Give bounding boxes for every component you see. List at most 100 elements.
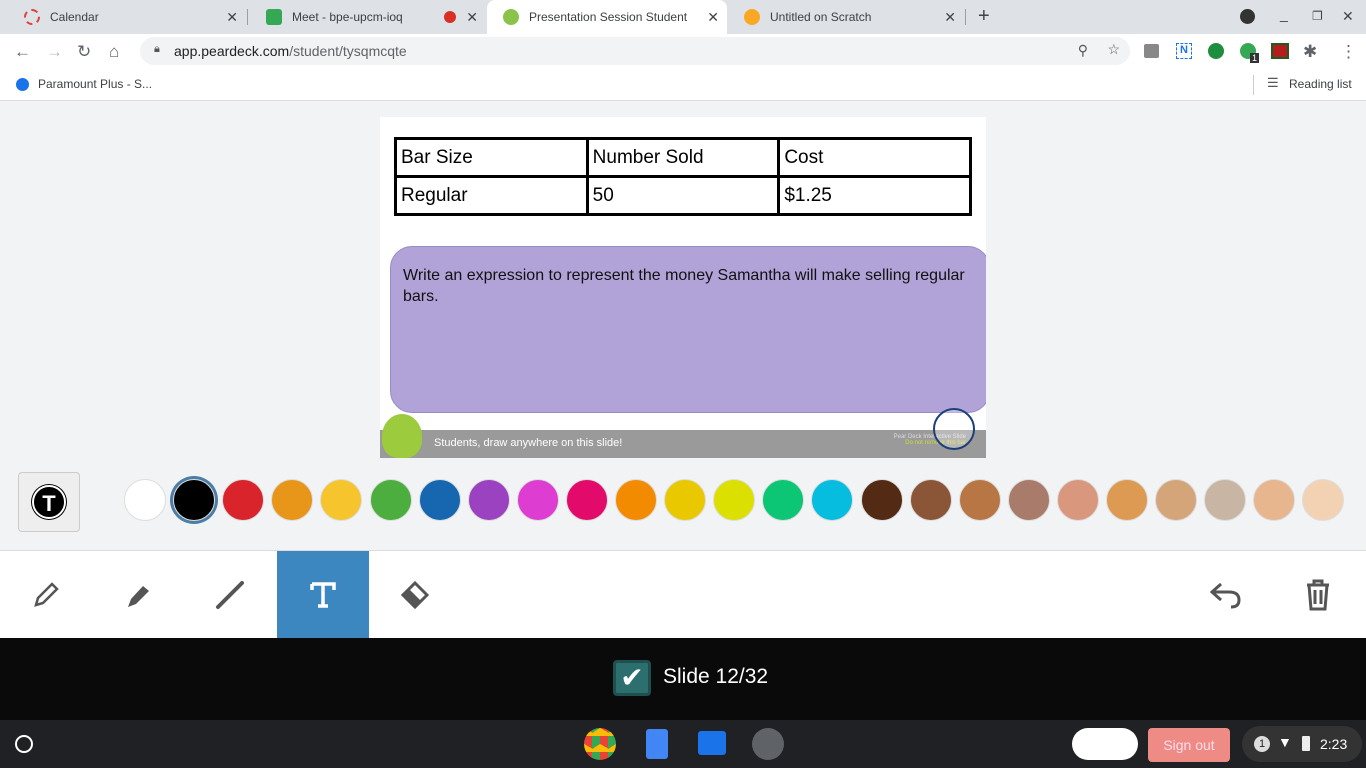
files-icon[interactable] (698, 731, 726, 755)
table-row: Regular 50 $1.25 (394, 175, 972, 216)
trash-icon (1307, 579, 1329, 611)
close-icon[interactable]: ✕ (226, 9, 238, 26)
reading-list-button[interactable]: Reading list (1289, 77, 1352, 91)
color-swatch[interactable] (615, 479, 657, 521)
footer-text: Students, draw anywhere on this slide! (434, 437, 623, 449)
color-swatch[interactable] (860, 479, 903, 521)
marker-tool[interactable] (92, 551, 184, 639)
pear-mascot-icon (382, 414, 422, 458)
color-swatch[interactable] (1106, 479, 1148, 521)
slide[interactable]: Bar Size Number Sold Cost Regular 50 $1.25 W… (380, 117, 986, 458)
close-window-button[interactable]: ✕ (1342, 8, 1354, 25)
menu-icon[interactable]: ⋮ (1340, 42, 1357, 62)
reload-button[interactable]: ↻ (77, 42, 91, 62)
clock: 2:23 (1320, 736, 1348, 752)
checkbox-icon[interactable]: ✔ (613, 660, 651, 696)
extension-icon[interactable] (1144, 44, 1159, 58)
home-button[interactable]: ⌂ (109, 42, 119, 62)
marker-icon (128, 586, 149, 607)
color-swatch[interactable] (811, 479, 854, 521)
shelf: Sign out 1 ▼ 2:23 (0, 720, 1366, 768)
color-swatch[interactable] (173, 479, 216, 521)
maximize-button[interactable]: ❐ (1312, 9, 1323, 23)
tab-meet[interactable]: Meet - bpe-upcm-ioq ✕ (250, 0, 486, 34)
launcher-button[interactable] (15, 735, 33, 753)
pencil-tool[interactable] (0, 551, 92, 639)
color-swatch[interactable] (1253, 479, 1296, 521)
delete-button[interactable] (1272, 551, 1364, 639)
color-swatch[interactable] (369, 479, 412, 521)
chrome-icon[interactable] (584, 728, 616, 760)
undo-button[interactable] (1180, 551, 1272, 639)
color-swatch[interactable] (664, 479, 707, 521)
calendar-icon (24, 9, 40, 25)
table-cell: 50 (585, 175, 781, 216)
question-prompt: Write an expression to represent the mon… (390, 246, 986, 413)
line-tool[interactable] (184, 551, 276, 639)
undo-icon (1209, 582, 1241, 609)
bookmark-paramount[interactable]: Paramount Plus - S... (38, 77, 152, 91)
color-swatch[interactable] (320, 479, 363, 521)
table-cell: Number Sold (585, 137, 781, 178)
table-header-row: Bar Size Number Sold Cost (394, 137, 972, 178)
table-cell: Cost (777, 137, 972, 178)
text-tool[interactable] (277, 551, 369, 639)
paramount-icon (16, 78, 29, 91)
status-tray[interactable]: 1 ▼ 2:23 (1242, 726, 1362, 762)
url-host: app.peardeck.com (174, 43, 290, 59)
color-swatch[interactable] (1155, 479, 1198, 521)
color-swatch[interactable] (1302, 479, 1345, 521)
toolbar: ← → ↻ ⌂ 🔒︎ app.peardeck.com/student/tysqm… (0, 34, 1366, 68)
close-icon[interactable]: ✕ (466, 9, 478, 26)
pear-icon (503, 9, 519, 25)
color-palette: T (0, 472, 1345, 532)
school-logo-icon (933, 408, 975, 450)
color-swatch[interactable] (124, 479, 166, 521)
color-swatch[interactable] (565, 479, 608, 521)
sign-out-button[interactable]: Sign out (1148, 728, 1230, 762)
color-swatch[interactable] (713, 479, 756, 521)
data-table: Bar Size Number Sold Cost Regular 50 $1.25 (394, 137, 972, 216)
star-icon[interactable]: ☆ (1107, 41, 1120, 58)
table-cell: Bar Size (394, 137, 589, 178)
address-bar[interactable]: 🔒︎ app.peardeck.com/student/tysqmcqte ⚲ ☆ (140, 37, 1130, 65)
text-size-button[interactable]: T (18, 472, 80, 532)
slide-footer: Students, draw anywhere on this slide! P… (380, 408, 986, 458)
eraser-tool[interactable] (369, 551, 461, 639)
extension-icon[interactable] (1208, 43, 1224, 59)
close-icon[interactable]: ✕ (707, 9, 719, 26)
minimize-button[interactable]: _ (1280, 6, 1288, 22)
tab-calendar[interactable]: Calendar ✕ (8, 0, 246, 34)
line-icon (216, 581, 244, 609)
back-button[interactable]: ← (14, 42, 31, 62)
puzzle-icon[interactable]: ✱ (1303, 42, 1317, 62)
extension-n-icon[interactable]: N (1176, 43, 1192, 59)
extension-icon[interactable] (1271, 43, 1289, 59)
drawing-toolbar (0, 550, 1366, 639)
color-swatch[interactable] (1056, 479, 1099, 521)
color-swatch[interactable] (958, 479, 1001, 521)
slide-area: Bar Size Number Sold Cost Regular 50 $1.25 W… (0, 102, 1366, 550)
close-icon[interactable]: ✕ (944, 9, 956, 26)
location-icon[interactable]: ⚲ (1078, 42, 1088, 59)
forward-button[interactable]: → (46, 42, 63, 62)
color-swatch[interactable] (222, 479, 265, 521)
color-swatch[interactable] (762, 479, 805, 521)
tab-search-icon[interactable] (1240, 9, 1255, 24)
color-swatch[interactable] (467, 479, 510, 521)
holding-space-icon[interactable] (1072, 728, 1138, 760)
color-swatch[interactable] (909, 479, 952, 521)
notification-count: 1 (1254, 736, 1270, 752)
docs-icon[interactable] (646, 729, 668, 759)
table-cell: Regular (394, 175, 589, 216)
tab-presentation[interactable]: Presentation Session Student ✕ (487, 0, 727, 34)
color-swatch[interactable] (516, 479, 559, 521)
color-swatch[interactable] (271, 479, 314, 521)
extension-badge: 1 (1250, 53, 1260, 63)
color-swatch[interactable] (1007, 479, 1050, 521)
color-swatch[interactable] (1204, 479, 1247, 521)
color-swatch[interactable] (418, 479, 461, 521)
tab-scratch[interactable]: Untitled on Scratch ✕ (728, 0, 964, 34)
settings-icon[interactable] (752, 728, 784, 760)
new-tab-button[interactable]: + (978, 5, 990, 28)
